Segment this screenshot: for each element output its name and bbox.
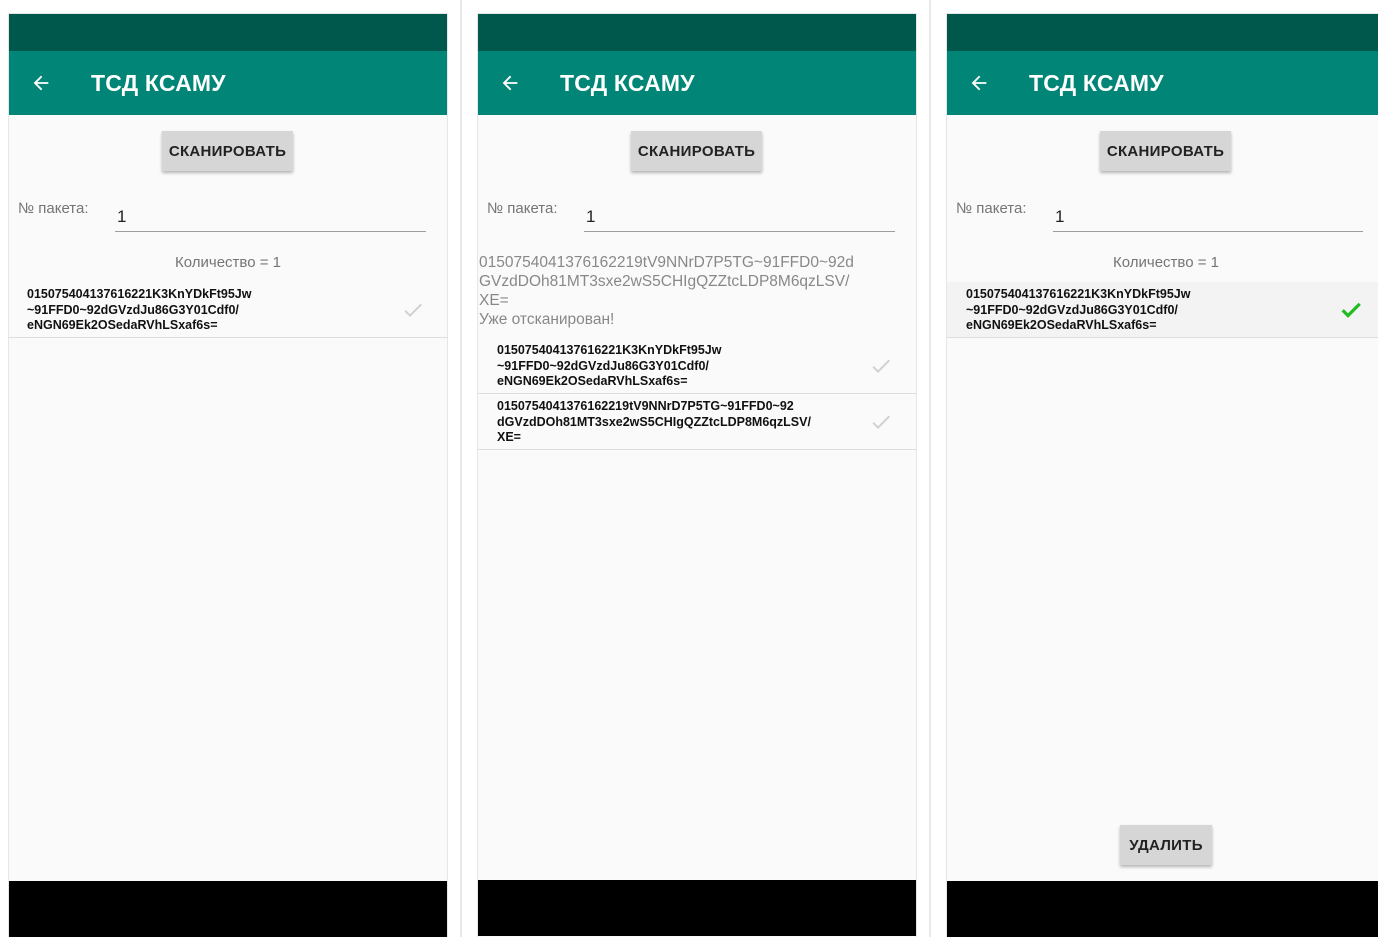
app-bar: ТСД КСАМУ: [478, 51, 916, 115]
nav-bar: [9, 881, 447, 937]
screen-divider: [929, 0, 931, 937]
app-title: ТСД КСАМУ: [1029, 69, 1164, 96]
phone-screen-3: ТСД КСАМУ СКАНИРОВАТЬ № пакета: Количест…: [947, 14, 1378, 937]
status-bar: [9, 14, 447, 51]
phone-screen-1: ТСД КСАМУ СКАНИРОВАТЬ № пакета: Количест…: [9, 14, 447, 937]
nav-bar: [478, 880, 916, 936]
app-bar: ТСД КСАМУ: [947, 51, 1378, 115]
package-number-input[interactable]: [1053, 203, 1363, 232]
list-item[interactable]: 0150754041376162219tV9NNrD7P5TG~91FFD0~9…: [478, 394, 916, 450]
arrow-back-icon: [33, 75, 49, 91]
package-label: № пакета:: [487, 200, 558, 217]
status-bar: [947, 14, 1378, 51]
back-button[interactable]: [947, 51, 1011, 115]
back-button[interactable]: [9, 51, 73, 115]
app-bar: ТСД КСАМУ: [9, 51, 447, 115]
screen-divider: [460, 0, 462, 937]
list-item[interactable]: 015075404137616221K3KnYDkFt95Jw ~91FFD0~…: [947, 282, 1378, 338]
code-text: 0150754041376162219tV9NNrD7P5TG~91FFD0~9…: [497, 399, 811, 444]
code-text: 015075404137616221K3KnYDkFt95Jw ~91FFD0~…: [966, 287, 1191, 332]
app-title: ТСД КСАМУ: [91, 69, 226, 96]
nav-bar: [947, 881, 1378, 937]
package-label: № пакета:: [956, 200, 1027, 217]
count-text: Количество = 1: [175, 254, 281, 271]
check-icon[interactable]: [867, 354, 895, 378]
check-icon[interactable]: [867, 410, 895, 434]
scan-button[interactable]: СКАНИРОВАТЬ: [162, 131, 293, 171]
package-label: № пакета:: [18, 200, 89, 217]
already-scanned-message: 0150754041376162219tV9NNrD7P5TG~91FFD0~9…: [479, 254, 854, 328]
scan-button[interactable]: СКАНИРОВАТЬ: [631, 131, 762, 171]
scanned-codes-list: 015075404137616221K3KnYDkFt95Jw ~91FFD0~…: [478, 338, 916, 450]
scanned-codes-list: 015075404137616221K3KnYDkFt95Jw ~91FFD0~…: [947, 282, 1378, 338]
arrow-back-icon: [502, 75, 518, 91]
count-text: Количество = 1: [1113, 254, 1219, 271]
arrow-back-icon: [971, 75, 987, 91]
app-title: ТСД КСАМУ: [560, 69, 695, 96]
package-number-input[interactable]: [584, 203, 895, 232]
list-item[interactable]: 015075404137616221K3KnYDkFt95Jw ~91FFD0~…: [9, 282, 447, 338]
code-text: 015075404137616221K3KnYDkFt95Jw ~91FFD0~…: [497, 343, 722, 388]
check-icon[interactable]: [1337, 298, 1365, 322]
check-icon[interactable]: [399, 298, 427, 322]
scan-button[interactable]: СКАНИРОВАТЬ: [1100, 131, 1231, 171]
list-item[interactable]: 015075404137616221K3KnYDkFt95Jw ~91FFD0~…: [478, 338, 916, 394]
scanned-codes-list: 015075404137616221K3KnYDkFt95Jw ~91FFD0~…: [9, 282, 447, 338]
back-button[interactable]: [478, 51, 542, 115]
package-number-input[interactable]: [115, 203, 426, 232]
delete-button[interactable]: УДАЛИТЬ: [1120, 825, 1212, 865]
phone-screen-2: ТСД КСАМУ СКАНИРОВАТЬ № пакета: 01507540…: [478, 14, 916, 937]
code-text: 015075404137616221K3KnYDkFt95Jw ~91FFD0~…: [27, 287, 252, 332]
status-bar: [478, 14, 916, 51]
